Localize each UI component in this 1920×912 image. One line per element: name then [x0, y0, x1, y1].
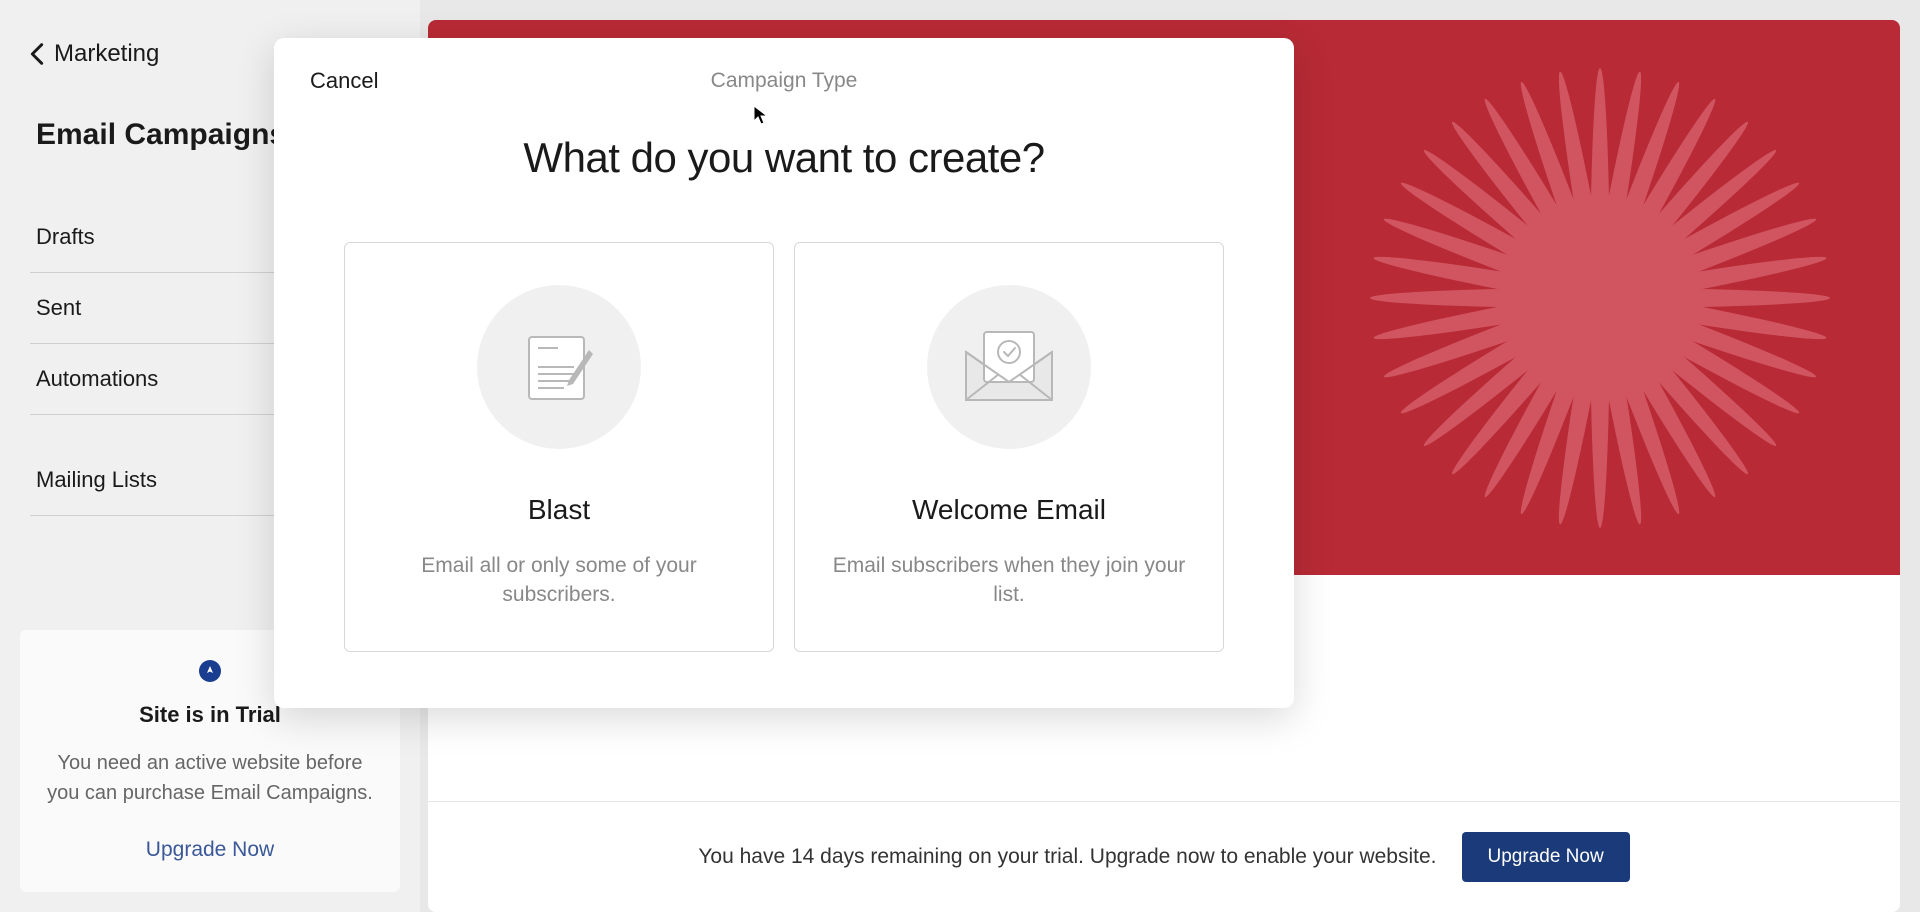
campaign-type-modal: Cancel Campaign Type What do you want to…	[274, 38, 1294, 708]
modal-subtitle: Campaign Type	[711, 69, 858, 93]
cursor-icon	[753, 105, 769, 125]
option-desc: Email subscribers when they join your li…	[825, 551, 1193, 610]
trial-card-body: You need an active website before you ca…	[40, 748, 380, 808]
campaign-options: Blast Email all or only some of your sub…	[310, 242, 1258, 652]
chevron-left-icon	[30, 42, 44, 66]
option-title: Welcome Email	[912, 494, 1106, 526]
trial-bar: You have 14 days remaining on your trial…	[428, 801, 1900, 912]
upgrade-now-button[interactable]: Upgrade Now	[1462, 832, 1630, 882]
compass-icon	[199, 660, 221, 682]
modal-header: Cancel Campaign Type	[310, 68, 1258, 94]
trial-card-upgrade-link[interactable]: Upgrade Now	[40, 838, 380, 862]
option-welcome-email[interactable]: Welcome Email Email subscribers when the…	[794, 242, 1224, 652]
cancel-button[interactable]: Cancel	[310, 68, 378, 94]
back-label: Marketing	[54, 40, 159, 68]
option-blast[interactable]: Blast Email all or only some of your sub…	[344, 242, 774, 652]
option-desc: Email all or only some of your subscribe…	[375, 551, 743, 610]
welcome-email-icon	[927, 285, 1091, 449]
trial-bar-text: You have 14 days remaining on your trial…	[698, 845, 1436, 869]
option-title: Blast	[528, 494, 590, 526]
modal-question: What do you want to create?	[310, 134, 1258, 182]
firework-graphic	[1340, 38, 1860, 558]
blast-icon	[477, 285, 641, 449]
